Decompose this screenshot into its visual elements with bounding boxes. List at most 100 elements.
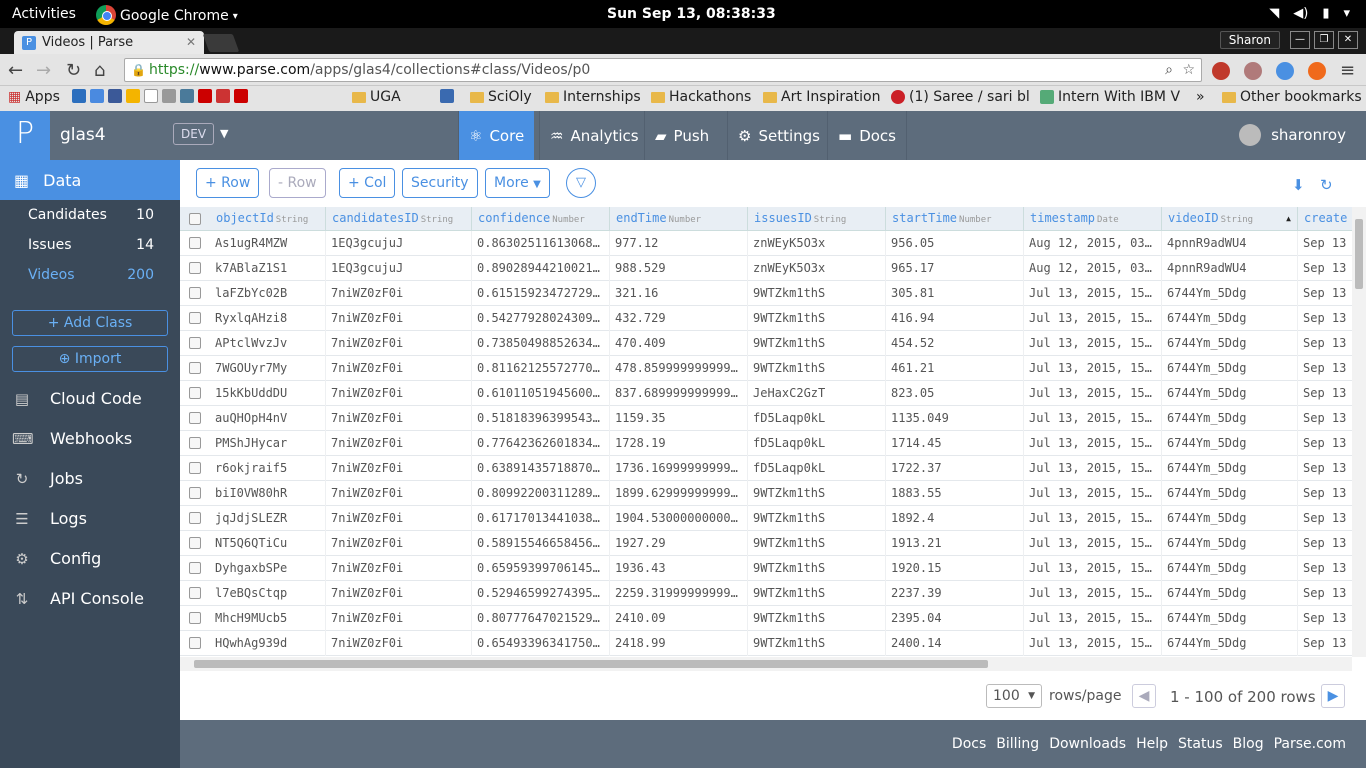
table-cell[interactable]: 1899.62999999999… <box>610 481 748 506</box>
row-checkbox[interactable] <box>189 462 201 474</box>
bookmark-saree[interactable]: (1) Saree / sari bl <box>891 89 1030 105</box>
horizontal-scrollbar[interactable] <box>180 657 1352 671</box>
bookmark-internships[interactable]: Internships <box>545 89 641 105</box>
table-cell[interactable]: Sep 13 <box>1298 331 1352 356</box>
table-cell[interactable]: 6744Ym_5Ddg <box>1162 531 1298 556</box>
table-cell[interactable]: 0.63891435718870… <box>472 456 610 481</box>
table-cell[interactable]: 6744Ym_5Ddg <box>1162 331 1298 356</box>
extension-icon[interactable] <box>1212 62 1230 80</box>
class-candidates[interactable]: Candidates 10 <box>28 207 154 223</box>
table-cell[interactable]: 9WTZkm1thS <box>748 581 886 606</box>
table-cell[interactable]: 0.89028944210021… <box>472 256 610 281</box>
table-row[interactable]: r6okjraif5 7niWZ0zF0i 0.63891435718870… 173… <box>180 456 1352 481</box>
table-cell[interactable]: 1904.53000000000… <box>610 506 748 531</box>
close-tab-icon[interactable]: ✕ <box>186 35 196 49</box>
table-cell[interactable]: 9WTZkm1thS <box>748 356 886 381</box>
bookmark-art[interactable]: Art Inspiration <box>763 89 881 105</box>
table-row[interactable]: As1ugR4MZW 1EQ3gcujuJ 0.86302511613068… 977… <box>180 231 1352 256</box>
table-cell[interactable]: 0.58915546658456… <box>472 531 610 556</box>
sidebar-item-cloud-code[interactable]: ▤ Cloud Code <box>12 389 142 408</box>
table-cell[interactable]: 7niWZ0zF0i <box>326 281 472 306</box>
row-checkbox[interactable] <box>189 512 201 524</box>
row-checkbox[interactable] <box>189 637 201 649</box>
column-header[interactable]: timestamp Date <box>1024 207 1162 231</box>
table-cell[interactable]: 7niWZ0zF0i <box>326 406 472 431</box>
table-cell[interactable]: Sep 13 <box>1298 281 1352 306</box>
table-cell[interactable]: 470.409 <box>610 331 748 356</box>
table-cell[interactable]: 9WTZkm1thS <box>748 331 886 356</box>
table-cell[interactable]: Sep 13 <box>1298 606 1352 631</box>
class-videos[interactable]: Videos 200 <box>28 267 154 283</box>
activities-button[interactable]: Activities <box>12 6 76 22</box>
battery-icon[interactable]: ▮ <box>1322 6 1329 21</box>
vertical-scrollbar[interactable] <box>1352 207 1366 657</box>
table-row[interactable]: DyhgaxbSPe 7niWZ0zF0i 0.65959399706145… 193… <box>180 556 1352 581</box>
table-row[interactable]: HQwhAg939d 7niWZ0zF0i 0.65493396341750… 241… <box>180 631 1352 656</box>
profile-button[interactable]: Sharon <box>1219 31 1280 49</box>
table-cell[interactable]: 1883.55 <box>886 481 1024 506</box>
table-cell[interactable]: znWEyK5O3x <box>748 256 886 281</box>
table-cell[interactable]: Sep 13 <box>1298 356 1352 381</box>
home-icon[interactable]: ⌂ <box>94 60 105 81</box>
table-cell[interactable]: Jul 13, 2015, 15… <box>1024 481 1162 506</box>
table-cell[interactable]: Jul 13, 2015, 15… <box>1024 356 1162 381</box>
table-cell[interactable]: 1892.4 <box>886 506 1024 531</box>
table-cell[interactable]: 0.77642362601834… <box>472 431 610 456</box>
forward-icon[interactable]: → <box>36 60 51 81</box>
table-cell[interactable]: 0.81162125572770… <box>472 356 610 381</box>
extension-icon[interactable] <box>1276 62 1294 80</box>
table-row[interactable]: APtclWvzJv 7niWZ0zF0i 0.73850498852634… 470… <box>180 331 1352 356</box>
table-cell[interactable]: 9WTZkm1thS <box>748 531 886 556</box>
sidebar-item-data[interactable]: ▦ Data <box>0 160 180 200</box>
table-cell[interactable]: 1736.16999999999… <box>610 456 748 481</box>
table-cell[interactable]: JeHaxC2GzT <box>748 381 886 406</box>
table-cell[interactable]: 461.21 <box>886 356 1024 381</box>
app-menu[interactable]: Google Chrome ▾ <box>96 5 238 26</box>
row-checkbox[interactable] <box>189 587 201 599</box>
select-all-checkbox[interactable] <box>189 213 201 225</box>
bookmark-scioly[interactable]: SciOly <box>470 89 532 105</box>
parse-logo-icon[interactable]: P <box>0 111 50 160</box>
sidebar-item-logs[interactable]: ☰ Logs <box>12 509 87 528</box>
table-cell[interactable]: 416.94 <box>886 306 1024 331</box>
remove-row-button[interactable]: - Row <box>269 168 326 198</box>
row-checkbox[interactable] <box>189 312 201 324</box>
footer-link[interactable]: Docs <box>952 736 986 752</box>
column-header[interactable]: create <box>1298 207 1352 231</box>
table-cell[interactable]: Sep 13 <box>1298 481 1352 506</box>
new-tab-button[interactable] <box>202 34 240 52</box>
row-checkbox[interactable] <box>189 337 201 349</box>
table-cell[interactable]: HQwhAg939d <box>210 631 326 656</box>
table-cell[interactable]: 6744Ym_5Ddg <box>1162 631 1298 656</box>
table-cell[interactable]: 837.689999999999… <box>610 381 748 406</box>
row-checkbox[interactable] <box>189 437 201 449</box>
footer-link[interactable]: Billing <box>996 736 1039 752</box>
table-row[interactable]: jqJdjSLEZR 7niWZ0zF0i 0.61717013441038… 190… <box>180 506 1352 531</box>
table-cell[interactable]: Jul 13, 2015, 15… <box>1024 506 1162 531</box>
table-cell[interactable]: NT5Q6QTiCu <box>210 531 326 556</box>
table-cell[interactable]: 0.61717013441038… <box>472 506 610 531</box>
footer-link[interactable]: Downloads <box>1049 736 1126 752</box>
column-header[interactable]: startTime Number <box>886 207 1024 231</box>
table-cell[interactable]: 7niWZ0zF0i <box>326 356 472 381</box>
table-cell[interactable]: 7niWZ0zF0i <box>326 306 472 331</box>
table-cell[interactable]: 6744Ym_5Ddg <box>1162 381 1298 406</box>
table-cell[interactable]: 0.65493396341750… <box>472 631 610 656</box>
table-cell[interactable]: fD5Laqp0kL <box>748 456 886 481</box>
table-cell[interactable]: 6744Ym_5Ddg <box>1162 356 1298 381</box>
table-cell[interactable]: 6744Ym_5Ddg <box>1162 556 1298 581</box>
table-cell[interactable]: 7WGOUyr7My <box>210 356 326 381</box>
table-cell[interactable]: 0.54277928024309… <box>472 306 610 331</box>
power-menu-icon[interactable]: ▾ <box>1343 6 1350 21</box>
search-icon[interactable]: ⌕ <box>1165 59 1173 81</box>
sidebar-item-config[interactable]: ⚙ Config <box>12 549 101 568</box>
table-cell[interactable]: 7niWZ0zF0i <box>326 456 472 481</box>
table-cell[interactable]: 956.05 <box>886 231 1024 256</box>
table-cell[interactable]: Sep 13 <box>1298 556 1352 581</box>
table-cell[interactable]: Sep 13 <box>1298 431 1352 456</box>
table-cell[interactable]: 1927.29 <box>610 531 748 556</box>
row-checkbox[interactable] <box>189 287 201 299</box>
column-header[interactable]: videoID String ▲ <box>1162 207 1298 231</box>
table-row[interactable]: MhcH9MUcb5 7niWZ0zF0i 0.80777647021529… 241… <box>180 606 1352 631</box>
page-size-select[interactable]: 100 ▼ <box>986 684 1042 708</box>
